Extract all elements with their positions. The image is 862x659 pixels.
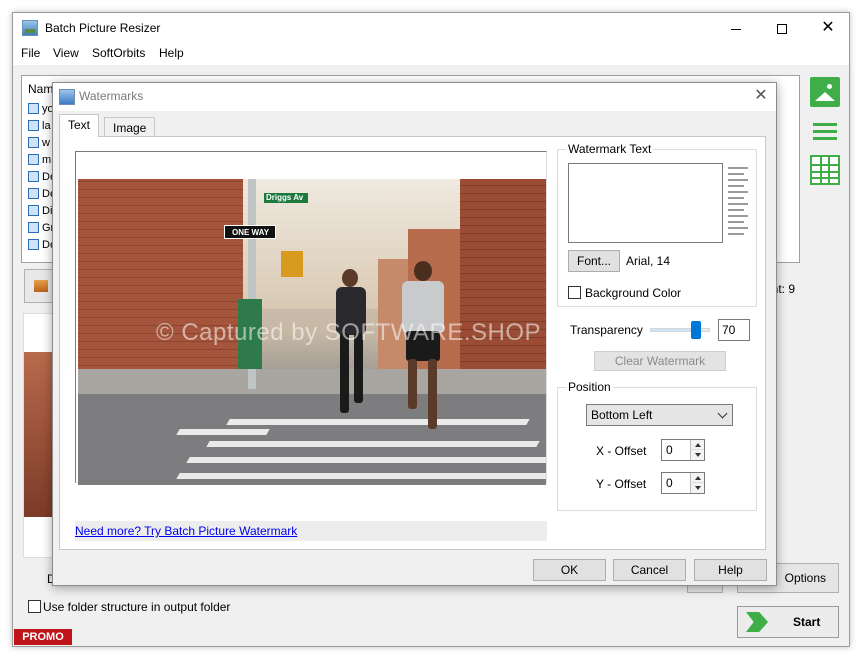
start-label: Start bbox=[793, 615, 821, 629]
preview-photo: Driggs Av ONE WAY © Captured by SOFTWARE… bbox=[78, 179, 546, 485]
minimize-icon bbox=[731, 28, 741, 30]
dialog-title-bar: Watermarks ✕ bbox=[53, 83, 776, 111]
dialog-title: Watermarks bbox=[79, 89, 144, 103]
image-file-icon bbox=[28, 188, 39, 199]
watermarks-dialog: Watermarks ✕ Text Image Driggs Av ONE WA… bbox=[52, 82, 777, 586]
decrement-icon[interactable] bbox=[690, 483, 704, 493]
chevron-down-icon bbox=[717, 408, 728, 419]
list-view-icon[interactable] bbox=[810, 117, 840, 147]
x-offset-stepper[interactable]: 0 bbox=[661, 439, 705, 461]
start-arrow-icon bbox=[746, 612, 768, 632]
transparency-slider[interactable] bbox=[650, 321, 710, 339]
one-way-sign-text: ONE WAY bbox=[232, 228, 270, 237]
watermark-overlay-text: © Captured by SOFTWARE.SHOP bbox=[156, 319, 542, 346]
background-color-checkbox[interactable] bbox=[568, 286, 581, 299]
grid-view-icon[interactable] bbox=[810, 155, 840, 185]
crosswalk-road bbox=[78, 394, 546, 485]
app-icon bbox=[22, 20, 38, 36]
font-button[interactable]: Font... bbox=[568, 250, 620, 272]
folder-structure-checkbox[interactable] bbox=[28, 600, 41, 613]
transparency-label: Transparency bbox=[570, 323, 643, 337]
batch-watermark-link[interactable]: Need more? Try Batch Picture Watermark bbox=[75, 524, 297, 538]
dialog-close-icon[interactable]: ✕ bbox=[750, 85, 772, 107]
menu-file[interactable]: File bbox=[21, 46, 40, 60]
traffic-light bbox=[281, 251, 303, 277]
position-group: Position Bottom Left X - Offset 0 Y - Of… bbox=[557, 380, 757, 511]
increment-icon[interactable] bbox=[690, 473, 704, 483]
folder-structure-label: Use folder structure in output folder bbox=[43, 600, 231, 614]
image-file-icon bbox=[28, 137, 39, 148]
menu-view[interactable]: View bbox=[53, 46, 79, 60]
brick-building bbox=[78, 179, 243, 389]
promo-badge[interactable]: PROMO bbox=[14, 629, 72, 645]
clear-watermark-button[interactable]: Clear Watermark bbox=[594, 351, 726, 371]
image-file-icon bbox=[28, 205, 39, 216]
position-select[interactable]: Bottom Left bbox=[586, 404, 733, 426]
image-file-icon bbox=[28, 120, 39, 131]
image-file-icon bbox=[28, 154, 39, 165]
window-title: Batch Picture Resizer bbox=[45, 21, 161, 35]
watermark-preview: Driggs Av ONE WAY © Captured by SOFTWARE… bbox=[75, 151, 547, 485]
maximize-icon bbox=[777, 24, 787, 35]
tab-image[interactable]: Image bbox=[104, 117, 156, 137]
increment-icon[interactable] bbox=[690, 440, 704, 450]
menu-softorbits[interactable]: SoftOrbits bbox=[92, 46, 145, 60]
street-sign-text: Driggs Av bbox=[266, 193, 304, 202]
tab-text[interactable]: Text bbox=[59, 114, 100, 137]
transparency-slider-thumb[interactable] bbox=[691, 321, 701, 339]
image-file-icon bbox=[28, 171, 39, 182]
dialog-app-icon bbox=[59, 89, 75, 105]
minimize-button[interactable] bbox=[713, 13, 759, 43]
runner-woman bbox=[330, 269, 372, 429]
thumbnail-preview bbox=[23, 313, 56, 558]
help-button[interactable]: Help bbox=[694, 559, 767, 581]
maximize-button[interactable] bbox=[759, 13, 805, 43]
add-image-icon[interactable] bbox=[810, 77, 840, 107]
decrement-icon[interactable] bbox=[690, 450, 704, 460]
watermark-text-input[interactable] bbox=[568, 163, 723, 243]
column-header-name[interactable]: Nam bbox=[28, 82, 53, 96]
link-bar: Need more? Try Batch Picture Watermark bbox=[75, 521, 547, 541]
text-align-icon[interactable] bbox=[728, 165, 748, 241]
menu-bar: File View SoftOrbits Help bbox=[13, 43, 849, 65]
ok-button[interactable]: OK bbox=[533, 559, 606, 581]
title-bar: Batch Picture Resizer ✕ bbox=[13, 13, 849, 43]
x-offset-label: X - Offset bbox=[596, 444, 647, 458]
watermark-text-label: Watermark Text bbox=[566, 142, 654, 156]
image-file-icon bbox=[28, 222, 39, 233]
transparency-input[interactable]: 70 bbox=[718, 319, 750, 341]
y-offset-label: Y - Offset bbox=[596, 477, 647, 491]
image-file-icon bbox=[28, 239, 39, 250]
y-offset-stepper[interactable]: 0 bbox=[661, 472, 705, 494]
text-tab-panel: Driggs Av ONE WAY © Captured by SOFTWARE… bbox=[59, 136, 766, 550]
cancel-button[interactable]: Cancel bbox=[613, 559, 686, 581]
background-color-label: Background Color bbox=[585, 286, 682, 300]
font-value: Arial, 14 bbox=[626, 254, 671, 268]
position-selected-value: Bottom Left bbox=[591, 408, 653, 422]
close-button[interactable]: ✕ bbox=[805, 13, 851, 43]
runner-man bbox=[398, 261, 448, 433]
watermark-text-group: Watermark Text Font... Arial, 14 Backgro… bbox=[557, 142, 757, 307]
start-button[interactable]: Start bbox=[737, 606, 839, 638]
x-offset-value[interactable]: 0 bbox=[666, 443, 673, 457]
y-offset-value[interactable]: 0 bbox=[666, 476, 673, 490]
position-label: Position bbox=[566, 380, 613, 394]
menu-help[interactable]: Help bbox=[159, 46, 184, 60]
image-file-icon bbox=[28, 103, 39, 114]
